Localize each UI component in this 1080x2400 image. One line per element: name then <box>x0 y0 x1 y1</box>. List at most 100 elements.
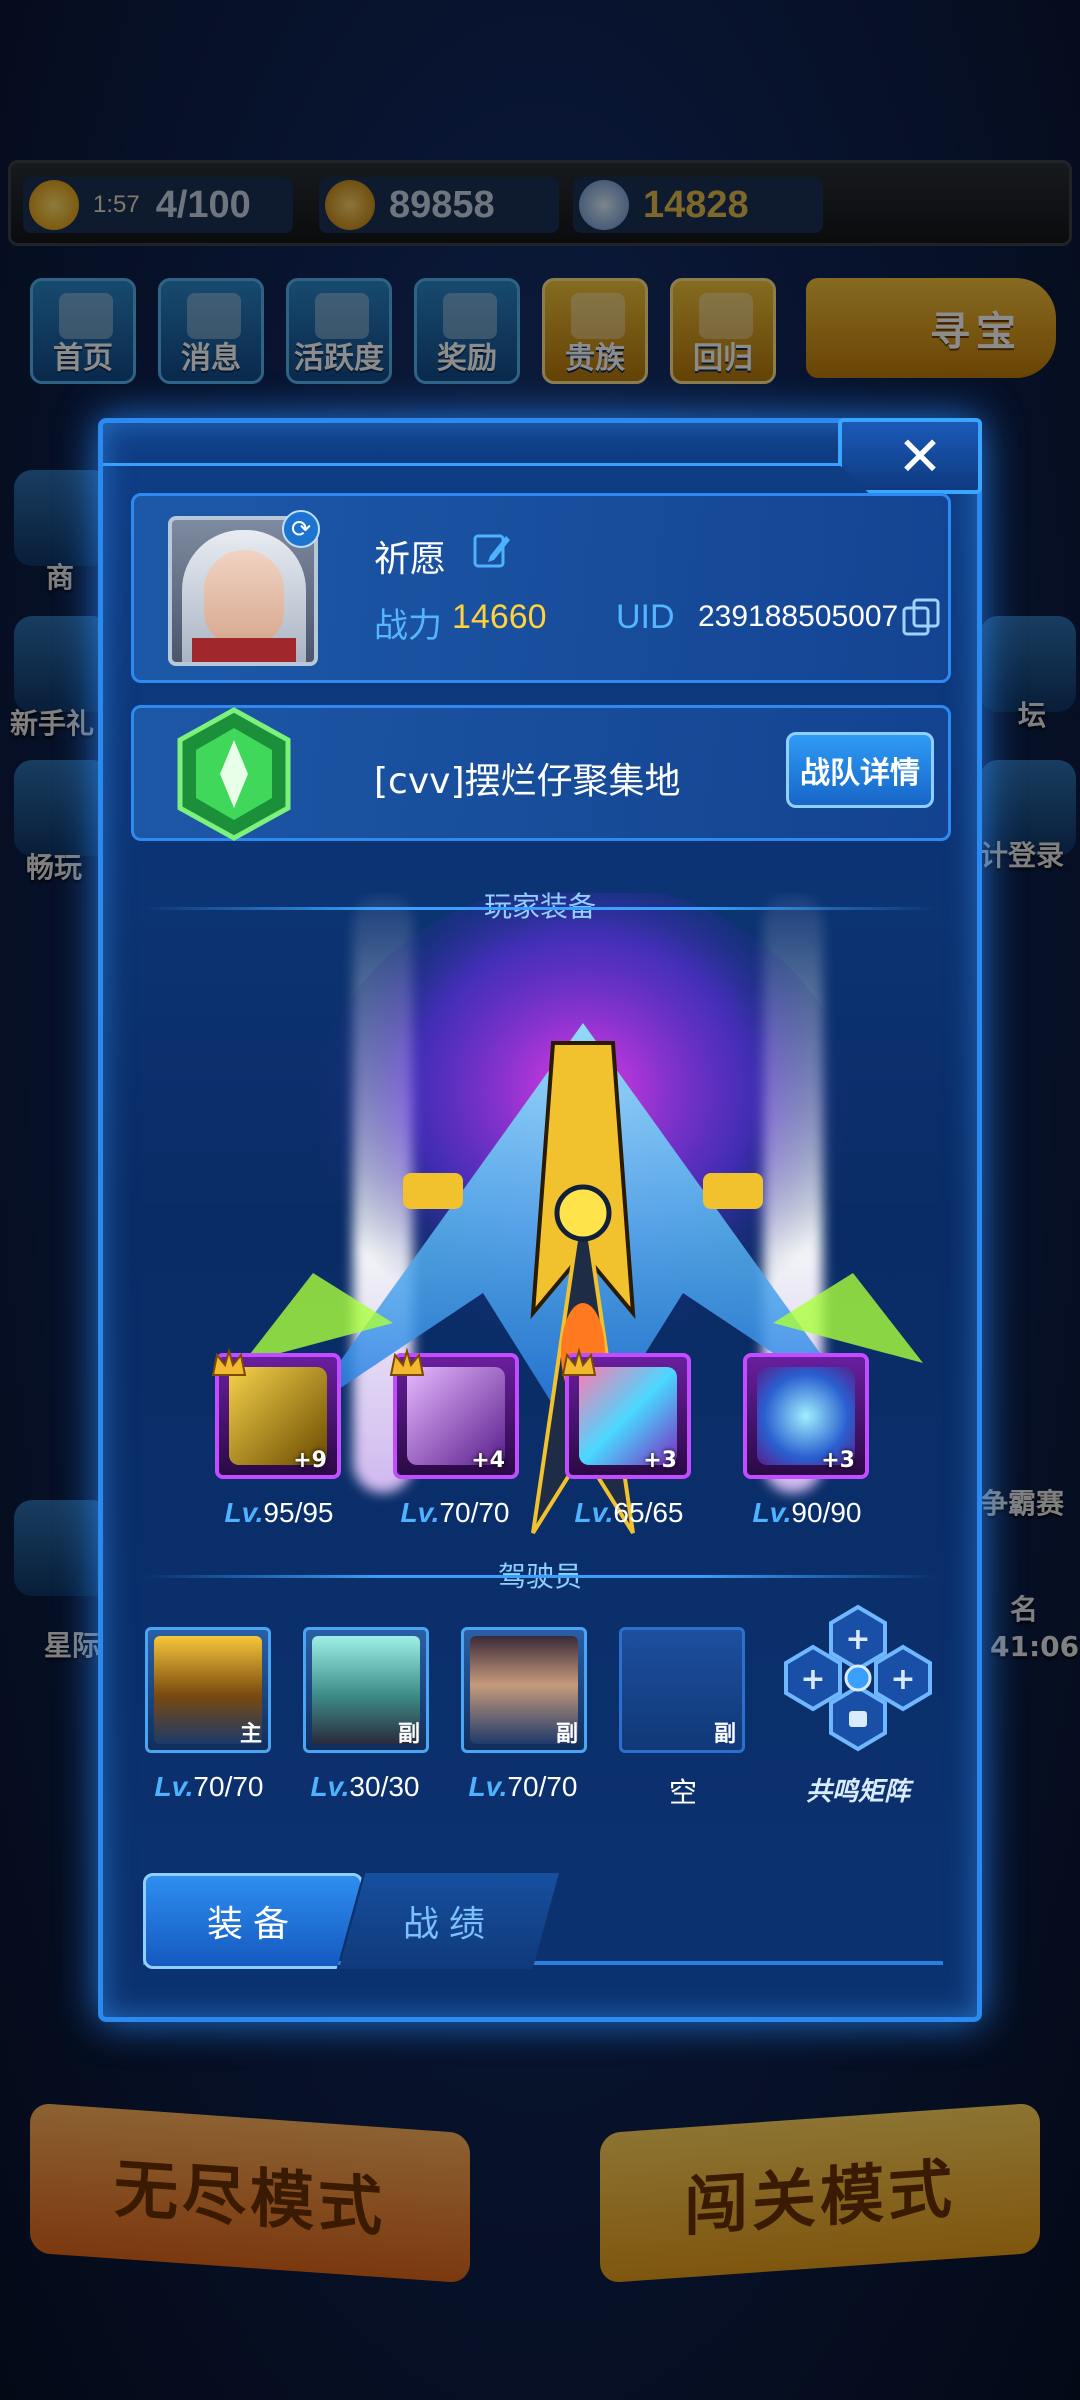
avatar-armor <box>192 638 296 662</box>
crown-icon <box>389 1347 425 1376</box>
nav-activity-label: 活跃度 <box>294 341 384 376</box>
side-label-forum: 坛 <box>1018 699 1047 732</box>
resource-bar: 1:57 4/100 89858 14828 <box>8 160 1072 246</box>
diamond-icon <box>579 180 629 230</box>
copy-icon[interactable] <box>900 596 942 638</box>
level-value: 30/30 <box>349 1771 420 1802</box>
level-value: 90/90 <box>791 1497 862 1528</box>
side-label-star: 星际 <box>44 1629 101 1662</box>
nav-vip-label: 贵族 <box>565 341 625 376</box>
coin-icon <box>325 180 375 230</box>
resonance-matrix-icon[interactable]: + + + <box>773 1603 943 1753</box>
team-details-button[interactable]: 战队详情 <box>786 732 934 808</box>
nav-messages-label: 消息 <box>181 341 241 376</box>
nav-return-button[interactable]: 回归 <box>670 278 776 384</box>
equipment-section-divider <box>143 907 937 910</box>
pilot-slot-3[interactable]: 副 <box>461 1627 587 1753</box>
smile-icon <box>315 293 369 339</box>
coin-counter[interactable]: 89858 <box>319 177 559 233</box>
equipment-level-2: Lv.70/70 <box>375 1497 535 1529</box>
nav-vip-button[interactable]: 贵族 <box>542 278 648 384</box>
side-label-login: 计登录 <box>980 839 1065 872</box>
nav-activity-button[interactable]: 活跃度 <box>286 278 392 384</box>
equipment-slot-3[interactable]: +3 <box>561 1347 691 1479</box>
treasure-label: 寻宝 <box>930 309 1022 355</box>
level-value: 70/70 <box>439 1497 510 1528</box>
player-name: 祈愿 <box>374 539 447 580</box>
energy-counter[interactable]: 1:57 4/100 <box>23 177 293 233</box>
pilot-level-4-empty: 空 <box>668 1777 697 1808</box>
side-label-newbie: 新手礼 <box>10 707 95 740</box>
side-label-shop: 商 <box>46 561 75 594</box>
level-value: 70/70 <box>507 1771 578 1802</box>
nav-rewards-button[interactable]: 奖励 <box>414 278 520 384</box>
endless-mode-label: 无尽模式 <box>114 2152 386 2246</box>
nav-home-button[interactable]: 首页 <box>30 278 136 384</box>
stage-mode-button[interactable]: 闯关模式 <box>600 2102 1040 2284</box>
equipment-slot-1[interactable]: +9 <box>211 1347 341 1479</box>
resonance-matrix-label: 共鸣矩阵 <box>805 1777 910 1807</box>
nav-return-label: 回归 <box>693 341 753 376</box>
tab-bar: 战绩 装备 <box>143 1873 943 1969</box>
close-button[interactable]: ✕ <box>838 418 982 494</box>
tab-records[interactable]: 战绩 <box>339 1873 559 1969</box>
team-emblem-icon <box>177 707 291 841</box>
team-name: [cvv]摆烂仔聚集地 <box>374 761 681 802</box>
svg-text:+: + <box>800 1662 825 1697</box>
power-value: 14660 <box>452 598 547 636</box>
lv-prefix: Lv. <box>310 1771 350 1802</box>
return-badge-icon <box>699 293 753 339</box>
pilot-slot-1[interactable]: 主 <box>145 1627 271 1753</box>
pilot-role-badge: 副 <box>555 1722 578 1747</box>
pilot-role-badge: 主 <box>239 1722 262 1747</box>
crown-icon <box>211 1347 247 1376</box>
equipment-plus: +3 <box>821 1448 855 1473</box>
vip-badge-icon <box>571 293 625 339</box>
refresh-icon[interactable]: ⟳ <box>282 510 320 548</box>
newbie-gift-icon[interactable] <box>14 616 110 712</box>
equipment-plus: +3 <box>643 1448 677 1473</box>
pilot-slot-4-empty[interactable]: 副 <box>619 1627 745 1753</box>
nav-messages-button[interactable]: 消息 <box>158 278 264 384</box>
uid-value: 239188505007 <box>698 600 899 633</box>
equipment-section-title: 玩家装备 <box>483 890 596 923</box>
lv-prefix: Lv. <box>574 1497 614 1528</box>
side-label-contest: 争霸赛 <box>980 1487 1065 1520</box>
equipment-slot-2[interactable]: +4 <box>389 1347 519 1479</box>
treasure-button[interactable]: 寻宝 <box>806 278 1056 378</box>
avatar-face <box>204 550 284 646</box>
endless-mode-button[interactable]: 无尽模式 <box>30 2102 470 2284</box>
lv-prefix: Lv. <box>154 1771 194 1802</box>
pilot-slot-2[interactable]: 副 <box>303 1627 429 1753</box>
star-icon[interactable] <box>14 1500 110 1596</box>
shop-icon[interactable] <box>14 470 110 566</box>
play-icon[interactable] <box>14 760 110 856</box>
svg-text:+: + <box>845 1622 870 1657</box>
level-value: 95/95 <box>263 1497 334 1528</box>
energy-timer: 1:57 <box>93 191 140 218</box>
gift-icon <box>443 293 497 339</box>
gem-value: 14828 <box>643 183 749 226</box>
mail-icon <box>187 293 241 339</box>
power-label: 战力 <box>374 606 442 646</box>
equipment-level-3: Lv.65/65 <box>549 1497 709 1529</box>
equipment-plus: +4 <box>471 1448 505 1473</box>
pilots-section-divider <box>143 1575 937 1578</box>
coin-value: 89858 <box>389 183 495 226</box>
tab-equipment[interactable]: 装备 <box>143 1873 363 1969</box>
home-icon <box>59 293 113 339</box>
side-label-timer: 41:06 <box>990 1630 1080 1663</box>
level-value: 70/70 <box>193 1771 264 1802</box>
gem-counter[interactable]: 14828 <box>573 177 823 233</box>
uid-label: UID <box>616 598 675 636</box>
pilot-role-badge: 副 <box>397 1722 420 1747</box>
lv-prefix: Lv. <box>224 1497 264 1528</box>
lightning-icon <box>29 180 79 230</box>
equipment-slot-4[interactable]: +3 <box>743 1353 869 1479</box>
side-label-play: 畅玩 <box>26 851 83 884</box>
edit-icon[interactable] <box>472 530 512 570</box>
player-info-modal: ✕ ⟳ 祈愿 战力 14660 UID 239188505007 [cvv]摆烂… <box>98 418 982 2022</box>
equipment-level-4: Lv.90/90 <box>727 1497 887 1529</box>
lv-prefix: Lv. <box>752 1497 792 1528</box>
svg-text:+: + <box>890 1662 915 1697</box>
